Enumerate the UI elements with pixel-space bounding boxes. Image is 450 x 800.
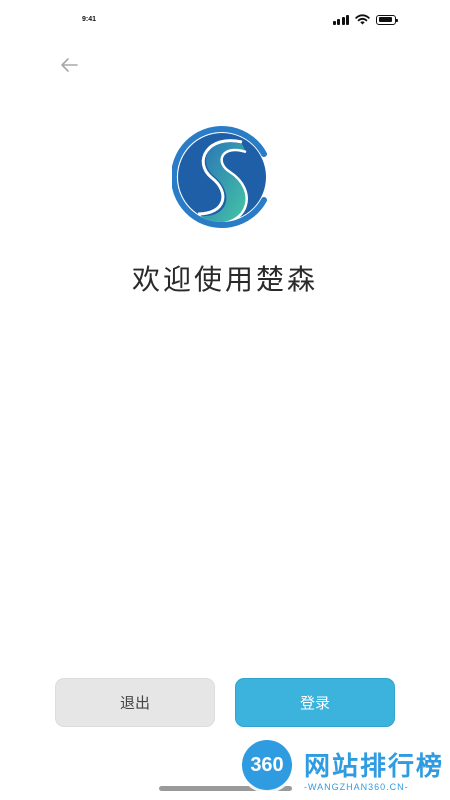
watermark-badge: 360 bbox=[242, 740, 292, 790]
app-logo bbox=[170, 124, 278, 230]
wifi-icon bbox=[355, 14, 370, 25]
status-time: 9:41 bbox=[82, 16, 97, 23]
login-button[interactable]: 登录 bbox=[235, 678, 395, 727]
arrow-left-icon bbox=[61, 58, 78, 72]
battery-icon bbox=[376, 14, 398, 25]
signal-icon bbox=[332, 14, 349, 25]
welcome-title: 欢迎使用楚森 bbox=[131, 263, 318, 296]
watermark-logo: 360 网站排行榜 -WANGZHAN360.CN- bbox=[240, 738, 450, 800]
status-bar: 9:41 bbox=[0, 0, 450, 44]
watermark-title: 网站排行榜 bbox=[304, 752, 445, 782]
chusen-logo-icon bbox=[170, 126, 267, 228]
watermark-subtitle: -WANGZHAN360.CN- bbox=[304, 782, 409, 792]
status-icons bbox=[332, 14, 398, 25]
exit-button[interactable]: 退出 bbox=[55, 678, 215, 727]
back-button[interactable] bbox=[54, 52, 84, 78]
